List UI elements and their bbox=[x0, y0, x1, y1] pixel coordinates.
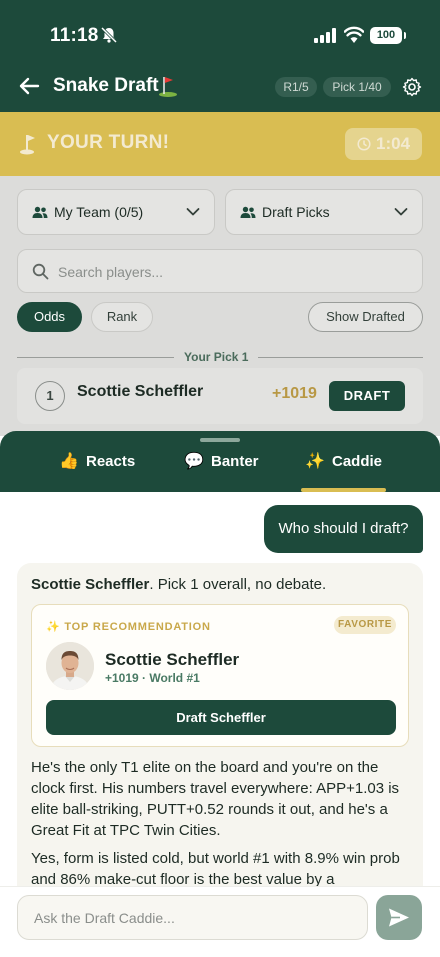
show-drafted-button[interactable]: Show Drafted bbox=[308, 302, 423, 332]
clock-icon bbox=[357, 137, 371, 151]
favorite-badge: FAVORITE bbox=[334, 616, 396, 634]
draft-board: My Team (0/5) Draft Picks Odds Rank Show… bbox=[0, 176, 440, 436]
wifi-icon bbox=[344, 26, 364, 43]
draft-picks-dropdown[interactable]: Draft Picks bbox=[225, 189, 423, 235]
round-indicator: R1/5 bbox=[275, 77, 317, 97]
ask-caddie-input[interactable] bbox=[17, 895, 368, 940]
tab-label: Caddie bbox=[332, 453, 383, 470]
player-name: Scottie Scheffler bbox=[77, 383, 204, 400]
ai-paragraph: He's the only T1 elite on the board and … bbox=[31, 759, 400, 839]
status-time: 11:18 bbox=[50, 25, 99, 46]
sort-odds-chip[interactable]: Odds bbox=[17, 302, 82, 332]
my-team-label: My Team (0/5) bbox=[54, 204, 144, 220]
sort-rank-chip[interactable]: Rank bbox=[91, 302, 153, 332]
avatar bbox=[46, 642, 94, 690]
player-photo bbox=[46, 642, 94, 690]
player-row[interactable]: 1 Scottie Scheffler +1019 DRAFT bbox=[17, 368, 423, 424]
recommended-player-odds: +1019 · World #1 bbox=[105, 671, 200, 685]
my-team-dropdown[interactable]: My Team (0/5) bbox=[17, 189, 215, 235]
pick-timer: 1:04 bbox=[345, 128, 422, 160]
tab-label: Reacts bbox=[86, 453, 136, 470]
turn-banner-text: YOUR TURN! bbox=[47, 132, 170, 153]
draft-button[interactable]: DRAFT bbox=[329, 381, 405, 411]
chat-panel[interactable]: Who should I draft? Scottie Scheffler. P… bbox=[0, 492, 440, 886]
user-message: Who should I draft? bbox=[264, 505, 423, 553]
gear-icon[interactable] bbox=[402, 77, 422, 97]
back-arrow-icon[interactable] bbox=[18, 75, 40, 97]
ai-intro-text: . Pick 1 overall, no debate. bbox=[149, 576, 327, 593]
pick-number: 1 bbox=[35, 381, 65, 411]
sheet-drag-handle[interactable] bbox=[200, 438, 240, 442]
battery-indicator: 100 bbox=[370, 27, 406, 44]
draft-scheffler-button[interactable]: Draft Scheffler bbox=[46, 700, 396, 735]
speech-bubble-icon: 💬 bbox=[184, 453, 204, 470]
ai-intro: Scottie Scheffler. Pick 1 overall, no de… bbox=[31, 576, 326, 593]
bottom-sheet-tabs: 👍 Reacts 💬 Banter ✨ Caddie bbox=[0, 431, 440, 492]
bell-muted-icon bbox=[100, 26, 118, 44]
pick-section-label: Your Pick 1 bbox=[174, 350, 259, 364]
chevron-down-icon bbox=[394, 208, 408, 216]
search-icon bbox=[32, 263, 49, 280]
tab-caddie[interactable]: ✨ Caddie bbox=[304, 451, 382, 475]
ai-message: Scottie Scheffler. Pick 1 overall, no de… bbox=[17, 563, 423, 886]
recommended-player-name: Scottie Scheffler bbox=[105, 650, 240, 669]
draft-picks-label: Draft Picks bbox=[262, 204, 330, 220]
people-icon bbox=[32, 206, 48, 218]
sparkles-icon: ✨ bbox=[305, 453, 325, 470]
tab-banter[interactable]: 💬 Banter bbox=[183, 451, 259, 475]
search-box bbox=[17, 249, 423, 293]
thumbs-up-icon: 👍 bbox=[59, 453, 79, 470]
golf-flag-icon bbox=[20, 135, 35, 155]
send-button[interactable] bbox=[376, 895, 422, 940]
recommendation-label: ✨ TOP RECOMMENDATION bbox=[46, 621, 211, 633]
tab-label: Banter bbox=[211, 453, 259, 470]
send-icon bbox=[389, 908, 409, 927]
pick-indicator: Pick 1/40 bbox=[323, 77, 391, 97]
golf-flag-icon bbox=[159, 77, 177, 97]
page-title: Snake Draft bbox=[53, 75, 159, 96]
app-header: Snake Draft R1/5 Pick 1/40 bbox=[0, 60, 440, 112]
ai-intro-name: Scottie Scheffler bbox=[31, 576, 150, 593]
status-bar: 11:18 100 bbox=[0, 0, 440, 60]
ai-paragraph: Yes, form is listed cold, but world #1 w… bbox=[31, 850, 400, 886]
chevron-down-icon bbox=[186, 208, 200, 216]
people-icon bbox=[240, 206, 256, 218]
tab-reacts[interactable]: 👍 Reacts bbox=[58, 451, 135, 475]
recommendation-card: ✨ TOP RECOMMENDATION FAVORITE Scottie Sc… bbox=[31, 604, 409, 747]
signal-icon bbox=[314, 28, 336, 43]
search-input[interactable] bbox=[58, 261, 398, 283]
timer-value: 1:04 bbox=[376, 134, 411, 153]
player-odds: +1019 bbox=[272, 385, 317, 402]
chat-input-bar bbox=[0, 886, 440, 957]
